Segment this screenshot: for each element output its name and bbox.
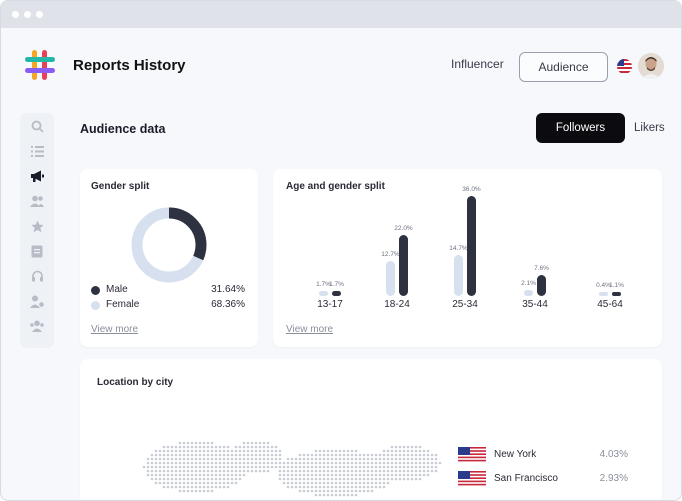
search-icon[interactable]: [30, 119, 44, 133]
app-logo-icon[interactable]: [23, 48, 57, 82]
gender-view-more-link[interactable]: View more: [91, 324, 138, 335]
age-bar: [399, 234, 408, 296]
age-category-label: 35-44: [522, 299, 548, 310]
age-gender-card: Age and gender split 1.7% 1.7% 13-17 12.7% 2…: [273, 169, 662, 347]
users-icon[interactable]: [30, 194, 44, 208]
us-flag-icon: [458, 471, 486, 486]
window-dot: [12, 11, 19, 18]
legend-dot: [91, 286, 100, 295]
city-value: 2.93%: [599, 473, 628, 484]
gender-donut-chart: [131, 207, 207, 283]
megaphone-icon[interactable]: [30, 169, 44, 183]
bar-value-label: 22.0%: [394, 224, 413, 232]
us-flag-icon[interactable]: [617, 59, 632, 74]
legend-dot: [91, 301, 100, 310]
age-bar: [612, 292, 621, 296]
age-category-label: 25-34: [452, 299, 478, 310]
audience-nav-button[interactable]: Audience: [519, 52, 608, 82]
headset-icon[interactable]: [30, 269, 44, 283]
age-bar: [386, 260, 395, 296]
city-value: 4.03%: [599, 449, 628, 460]
card-title: Location by city: [97, 377, 174, 388]
user-settings-icon[interactable]: [30, 294, 44, 308]
us-flag-icon: [458, 447, 486, 462]
group-icon[interactable]: [30, 319, 44, 333]
bar-value-label: 36.0%: [462, 186, 481, 193]
age-bar: [319, 291, 328, 296]
app-window: Reports History Influencer Audience Audi…: [0, 0, 682, 501]
city-name: New York: [494, 449, 537, 460]
followers-tab[interactable]: Followers: [536, 113, 625, 143]
influencer-nav-button[interactable]: Influencer: [451, 57, 504, 71]
window-dot: [24, 11, 31, 18]
legend-label: Male: [106, 284, 128, 295]
legend-value: 31.64%: [211, 284, 245, 295]
star-icon[interactable]: [30, 219, 44, 233]
city-row: New York 4.03%: [458, 447, 628, 463]
section-title: Audience data: [80, 122, 166, 136]
list-icon[interactable]: [30, 144, 44, 158]
age-bar: [467, 196, 476, 296]
sidebar: [20, 113, 54, 348]
page-title: Reports History: [73, 57, 186, 74]
bar-value-label: 7.6%: [534, 264, 549, 272]
location-card: Location by city New York 4.03% San Fran…: [80, 359, 662, 500]
card-title: Gender split: [91, 181, 150, 192]
age-bar: [537, 274, 546, 296]
city-row: San Francisco 2.93%: [458, 471, 628, 487]
gender-split-card: Gender split Male 31.64% Female 68.36% V…: [80, 169, 258, 347]
city-name: San Francisco: [494, 473, 558, 484]
likers-tab[interactable]: Likers: [634, 122, 665, 134]
window-titlebar: [1, 1, 681, 28]
legend-female: Female 68.36%: [91, 299, 245, 313]
age-view-more-link[interactable]: View more: [286, 324, 333, 335]
bar-value-label: 1.7%: [329, 281, 344, 289]
age-category-label: 18-24: [384, 299, 410, 310]
bar-value-label: 1.1%: [609, 282, 624, 289]
user-avatar[interactable]: [638, 53, 664, 79]
age-gender-bar-chart: 1.7% 1.7% 13-17 12.7% 22.0% 18-24 14.7% 36.0% 25…: [273, 169, 662, 347]
age-bar: [599, 292, 608, 296]
app-header: Reports History Influencer Audience: [1, 28, 681, 104]
window-dot: [36, 11, 43, 18]
age-bar: [524, 290, 533, 296]
legend-male: Male 31.64%: [91, 284, 245, 298]
document-icon[interactable]: [30, 244, 44, 258]
world-map: [142, 441, 442, 497]
legend-label: Female: [106, 299, 140, 310]
age-bar: [454, 255, 463, 296]
age-category-label: 45-64: [597, 299, 623, 310]
age-category-label: 13-17: [317, 299, 343, 310]
age-bar: [332, 291, 341, 296]
legend-value: 68.36%: [211, 299, 245, 310]
